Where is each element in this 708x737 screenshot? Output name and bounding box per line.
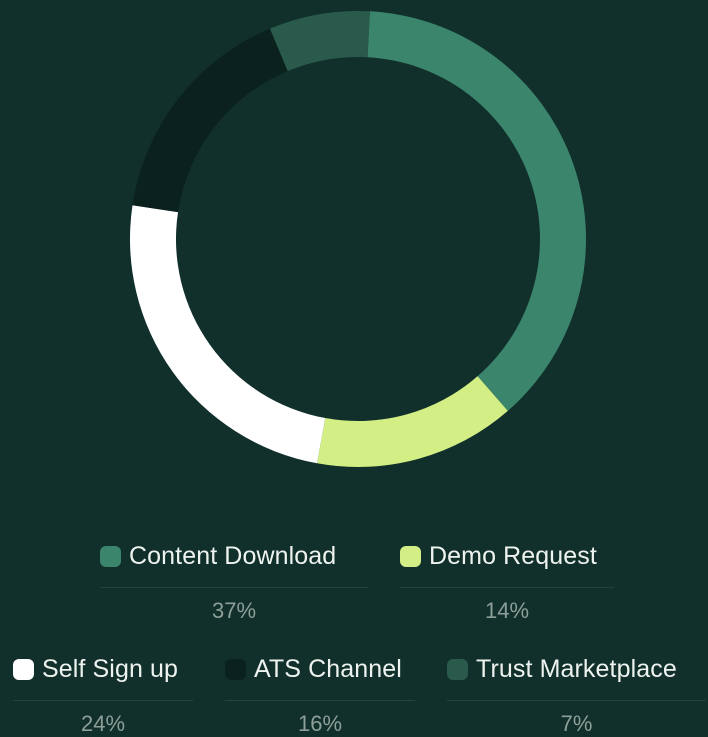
donut-slice-ats-channel bbox=[132, 28, 288, 213]
donut-slice-demo-request bbox=[317, 376, 508, 467]
legend-label-demo-request: Demo Request bbox=[429, 542, 597, 570]
legend-divider bbox=[225, 700, 415, 701]
legend-divider bbox=[13, 700, 193, 701]
legend-value-trust-marketplace: 7% bbox=[560, 711, 593, 736]
legend-item-self-sign-up: Self Sign up 24% bbox=[13, 655, 193, 737]
legend-item-trust-marketplace: Trust Marketplace 7% bbox=[447, 655, 706, 737]
donut-slice-content-download bbox=[367, 11, 587, 411]
donut-slice-self-sign-up bbox=[130, 205, 326, 464]
legend-label-content-download: Content Download bbox=[129, 542, 337, 570]
legend-label-ats-channel: ATS Channel bbox=[254, 655, 402, 683]
donut-chart bbox=[130, 11, 587, 467]
legend-value-ats-channel: 16% bbox=[297, 711, 343, 736]
legend-value-demo-request: 14% bbox=[484, 598, 530, 623]
legend-value-content-download: 37% bbox=[211, 598, 257, 623]
legend-swatch-demo-request bbox=[400, 546, 421, 567]
legend-label-trust-marketplace: Trust Marketplace bbox=[476, 655, 677, 683]
legend-divider bbox=[400, 587, 614, 588]
legend-swatch-trust-marketplace bbox=[447, 659, 468, 680]
legend-value-self-sign-up: 24% bbox=[80, 711, 126, 736]
legend-divider bbox=[447, 700, 706, 701]
donut-slice-trust-marketplace bbox=[269, 11, 370, 72]
legend-item-ats-channel: ATS Channel 16% bbox=[225, 655, 415, 737]
legend-divider bbox=[100, 587, 368, 588]
legend-swatch-ats-channel bbox=[225, 659, 246, 680]
legend-item-demo-request: Demo Request 14% bbox=[400, 542, 614, 624]
legend-swatch-content-download bbox=[100, 546, 121, 567]
legend-label-self-sign-up: Self Sign up bbox=[42, 655, 179, 683]
legend-item-content-download: Content Download 37% bbox=[100, 542, 368, 624]
legend-swatch-self-sign-up bbox=[13, 659, 34, 680]
chart-panel: Content Download 37% Demo Request 14% Se… bbox=[0, 0, 708, 737]
